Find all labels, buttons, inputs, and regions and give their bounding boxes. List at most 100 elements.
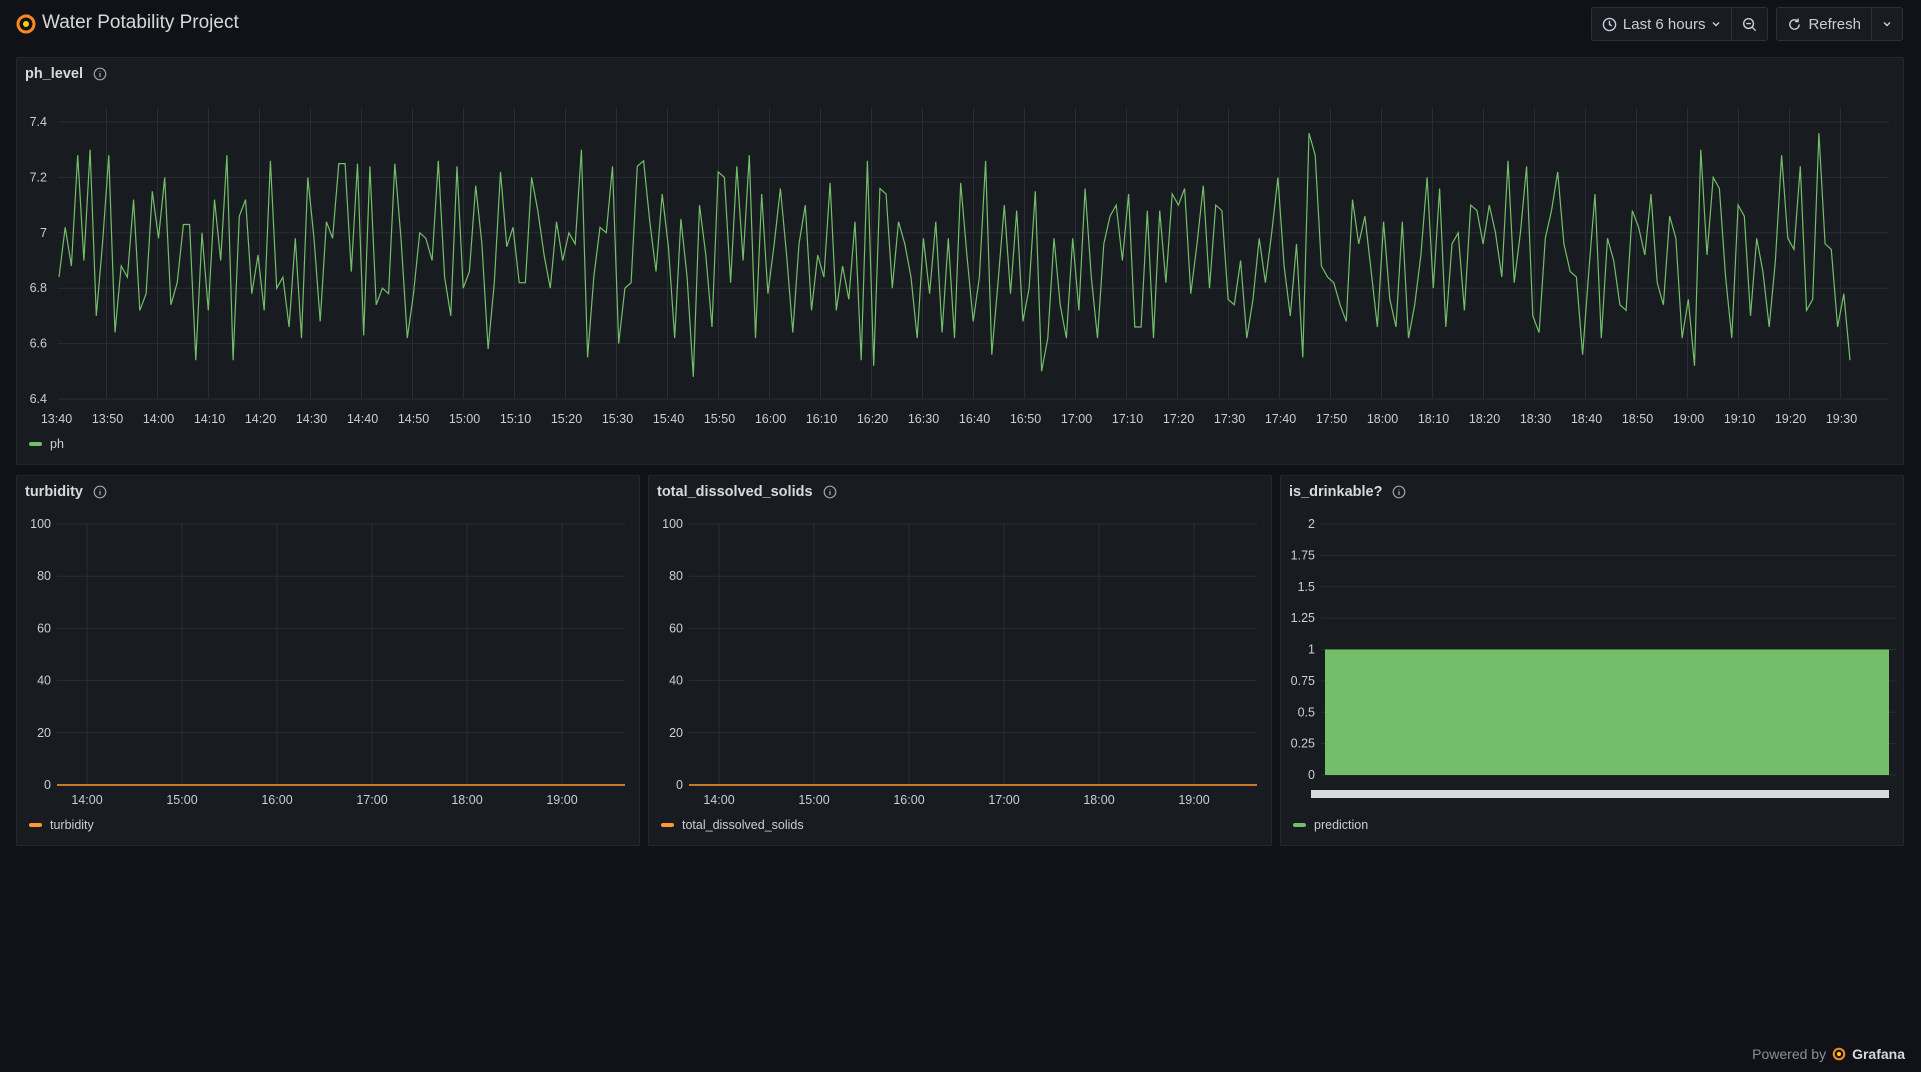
- y-tick-label: 20: [37, 726, 51, 740]
- x-tick-label: 14:40: [347, 412, 378, 426]
- y-tick-label: 40: [37, 674, 51, 688]
- time-range-picker[interactable]: Last 6 hours: [1592, 8, 1733, 40]
- y-tick-label: 1.75: [1291, 548, 1315, 562]
- y-tick-label: 0.75: [1291, 674, 1315, 688]
- x-tick-label: 18:00: [451, 793, 482, 807]
- x-tick-label: 16:50: [1010, 412, 1041, 426]
- x-tick-label: 15:50: [704, 412, 735, 426]
- legend-swatch: [29, 823, 42, 827]
- zoom-out-icon: [1743, 17, 1757, 31]
- panel-total-dissolved-solids[interactable]: total_dissolved_solids 0 20 40 60 80 100 14:00…: [648, 475, 1272, 846]
- clock-icon: [1602, 17, 1617, 31]
- y-tick-label: 6.6: [30, 337, 47, 351]
- x-tick-label: 18:20: [1469, 412, 1500, 426]
- x-tick-label: 15:20: [551, 412, 582, 426]
- x-tick-label: 18:50: [1622, 412, 1653, 426]
- chevron-down-icon: [1712, 22, 1720, 27]
- ph-series-line: [58, 132, 1851, 377]
- drinkable-chart[interactable]: 0 0.25 0.5 0.75 1 1.25 1.5 1.75 2: [1281, 476, 1905, 847]
- x-tick-label: 17:50: [1316, 412, 1347, 426]
- x-tick-label: 14:30: [296, 412, 327, 426]
- time-range-label: Last 6 hours: [1622, 15, 1706, 33]
- ph-chart[interactable]: 6.4 6.6 6.8 7 7.2 7.4 13:40 13:50 14:00 14:10 14:2…: [17, 58, 1905, 466]
- y-tick-label: 100: [30, 517, 51, 531]
- x-tick-label: 14:20: [245, 412, 276, 426]
- x-tick-label: 14:00: [71, 793, 102, 807]
- x-tick-label: 18:00: [1083, 793, 1114, 807]
- x-tick-label: 16:00: [755, 412, 786, 426]
- legend[interactable]: prediction: [1293, 818, 1368, 832]
- y-tick-label: 1.5: [1298, 580, 1315, 594]
- refresh-button[interactable]: Refresh: [1777, 8, 1872, 40]
- x-tick-label: 17:40: [1265, 412, 1296, 426]
- dashboard-title: Water Potability Project: [42, 12, 239, 33]
- y-tick-label: 7.2: [30, 170, 47, 184]
- refresh-interval-dropdown[interactable]: [1872, 8, 1902, 40]
- x-tick-label: 17:00: [356, 793, 387, 807]
- legend-label: ph: [50, 437, 64, 451]
- x-tick-label: 19:00: [546, 793, 577, 807]
- panel-is-drinkable[interactable]: is_drinkable? 0 0.25 0.5 0.75 1 1.25 1.5 1.75 2 …: [1280, 475, 1904, 846]
- tds-chart[interactable]: 0 20 40 60 80 100 14:00 15:00 16:00 17:00 18:00 19:…: [649, 476, 1273, 847]
- x-tick-label: 15:10: [500, 412, 531, 426]
- y-tick-label: 7.4: [30, 115, 47, 129]
- x-tick-label: 15:30: [602, 412, 633, 426]
- legend-label: prediction: [1314, 818, 1369, 832]
- x-tick-label: 17:30: [1214, 412, 1245, 426]
- x-tick-label: 16:00: [893, 793, 924, 807]
- grafana-brand-text[interactable]: Grafana: [1852, 1046, 1905, 1062]
- x-tick-label: 16:00: [261, 793, 292, 807]
- chevron-down-icon: [1883, 22, 1891, 27]
- legend-swatch: [661, 823, 674, 827]
- y-tick-label: 80: [669, 569, 683, 583]
- y-tick-label: 40: [669, 674, 683, 688]
- refresh-icon: [1789, 18, 1801, 30]
- x-tick-label: 15:00: [449, 412, 480, 426]
- y-tick-label: 20: [669, 726, 683, 740]
- x-tick-label: 18:40: [1571, 412, 1602, 426]
- x-tick-label: 16:40: [959, 412, 990, 426]
- y-tick-label: 1.25: [1291, 611, 1315, 625]
- x-tick-label: 15:40: [653, 412, 684, 426]
- grafana-logo-icon: [1832, 1047, 1846, 1061]
- x-tick-label: 13:40: [41, 412, 72, 426]
- x-axis-label-strip: [1311, 790, 1889, 798]
- footer: Powered by Grafana: [1752, 1046, 1905, 1062]
- prediction-bar: [1325, 649, 1889, 775]
- turbidity-chart[interactable]: 0 20 40 60 80 100 14:00 15:00 16:00 17:00 18:00 19:…: [17, 476, 641, 847]
- x-tick-label: 15:00: [166, 793, 197, 807]
- x-tick-label: 16:10: [806, 412, 837, 426]
- x-tick-label: 14:50: [398, 412, 429, 426]
- x-tick-label: 14:00: [703, 793, 734, 807]
- time-controls: Last 6 hours: [1590, 7, 1769, 41]
- y-tick-label: 6.8: [30, 281, 47, 295]
- x-tick-label: 19:30: [1826, 412, 1857, 426]
- legend[interactable]: turbidity: [29, 818, 94, 832]
- legend-swatch: [1293, 823, 1306, 827]
- x-tick-label: 19:10: [1724, 412, 1755, 426]
- legend[interactable]: total_dissolved_solids: [661, 818, 804, 832]
- panel-ph-level[interactable]: ph_level 6.4 6.6 6.8 7 7.2 7.4 13:40 13:50 14:00…: [16, 57, 1904, 465]
- y-tick-label: 0.25: [1291, 737, 1315, 751]
- zoom-out-button[interactable]: [1732, 8, 1767, 40]
- y-tick-label: 1: [1308, 643, 1315, 657]
- legend[interactable]: ph: [29, 437, 64, 451]
- panel-turbidity[interactable]: turbidity 0 20 40 60 80 100 14:00 15:00 16:00 17:…: [16, 475, 640, 846]
- refresh-controls: Refresh: [1776, 7, 1903, 41]
- top-bar: Water Potability Project Last 6 hours Re…: [0, 0, 1921, 48]
- x-tick-label: 15:00: [798, 793, 829, 807]
- x-tick-label: 18:10: [1418, 412, 1449, 426]
- y-tick-label: 0: [676, 778, 683, 792]
- x-tick-label: 14:00: [143, 412, 174, 426]
- x-tick-label: 14:10: [194, 412, 225, 426]
- powered-by-text: Powered by: [1752, 1046, 1827, 1062]
- legend-label: total_dissolved_solids: [682, 818, 804, 832]
- x-tick-label: 18:00: [1367, 412, 1398, 426]
- y-tick-label: 60: [669, 621, 683, 635]
- y-tick-label: 100: [662, 517, 683, 531]
- y-tick-label: 60: [37, 621, 51, 635]
- grafana-logo-icon[interactable]: [16, 14, 36, 34]
- legend-label: turbidity: [50, 818, 94, 832]
- x-tick-label: 13:50: [92, 412, 123, 426]
- x-tick-label: 16:20: [857, 412, 888, 426]
